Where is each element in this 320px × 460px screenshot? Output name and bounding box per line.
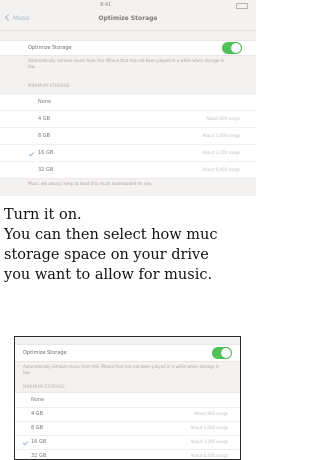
storage-option-detail: About 3,200 songs bbox=[202, 150, 240, 155]
storage-option-label: 32 GB bbox=[38, 167, 54, 173]
optimize-storage-description: Automatically remove music from this iPh… bbox=[23, 364, 220, 375]
caption-line: storage space on your drive bbox=[4, 247, 209, 263]
storage-option-detail: About 1,600 songs bbox=[190, 425, 228, 430]
checkmark-icon bbox=[22, 439, 29, 446]
storage-option-none[interactable]: None bbox=[0, 94, 256, 111]
storage-option-16gb[interactable]: 16 GB About 3,200 songs bbox=[15, 435, 240, 450]
storage-option-4gb[interactable]: 4 GB About 800 songs bbox=[15, 407, 240, 422]
settings-zoom-screenshot: Optimize Storage Automatically remove mu… bbox=[14, 336, 241, 460]
storage-option-label: 4 GB bbox=[31, 411, 44, 417]
status-bar: 9:41 bbox=[0, 0, 256, 10]
storage-option-detail: About 800 songs bbox=[206, 116, 240, 121]
storage-option-8gb[interactable]: 8 GB About 1,600 songs bbox=[0, 128, 256, 145]
storage-option-label: 16 GB bbox=[31, 439, 47, 445]
storage-option-16gb[interactable]: 16 GB About 3,200 songs bbox=[0, 145, 256, 162]
storage-options-list: None 4 GB About 800 songs 8 GB About 1,6… bbox=[0, 93, 256, 179]
minimum-storage-header: MINIMUM STORAGE bbox=[28, 83, 70, 88]
optimize-storage-row: Optimize Storage bbox=[0, 40, 256, 56]
caption-line: You can then select how muc bbox=[4, 227, 218, 243]
battery-icon bbox=[236, 3, 248, 9]
storage-option-detail: About 6,400 songs bbox=[190, 453, 228, 458]
page-title: Optimize Storage bbox=[98, 15, 158, 22]
optimize-storage-description: Automatically remove music from this iPh… bbox=[28, 58, 225, 69]
caption-line: Turn it on. bbox=[4, 207, 82, 223]
minimum-storage-footer: Music will always keep at least this muc… bbox=[28, 181, 153, 186]
storage-option-label: 32 GB bbox=[31, 453, 47, 459]
optimize-storage-toggle[interactable] bbox=[212, 347, 232, 359]
optimize-storage-toggle[interactable] bbox=[222, 42, 242, 54]
minimum-storage-header: MINIMUM STORAGE bbox=[23, 384, 65, 389]
storage-option-32gb[interactable]: 32 GB About 6,400 songs bbox=[15, 449, 240, 459]
storage-option-detail: About 800 songs bbox=[194, 411, 228, 416]
storage-option-label: 8 GB bbox=[38, 133, 51, 139]
storage-option-label: 16 GB bbox=[38, 150, 54, 156]
instruction-caption: Turn it on. You can then select how muc … bbox=[4, 205, 256, 285]
optimize-storage-row: Optimize Storage bbox=[15, 344, 240, 362]
optimize-storage-label: Optimize Storage bbox=[28, 45, 72, 51]
storage-option-detail: About 1,600 songs bbox=[202, 133, 240, 138]
status-time: 9:41 bbox=[100, 2, 112, 8]
settings-screenshot: 9:41 Music Optimize Storage Optimize Sto… bbox=[0, 0, 256, 196]
caption-line: you want to allow for music. bbox=[4, 267, 213, 283]
storage-option-32gb[interactable]: 32 GB About 6,400 songs bbox=[0, 162, 256, 178]
checkmark-icon bbox=[28, 150, 35, 157]
navigation-bar: Music Optimize Storage bbox=[0, 10, 256, 31]
storage-option-none[interactable]: None bbox=[15, 393, 240, 408]
storage-option-4gb[interactable]: 4 GB About 800 songs bbox=[0, 111, 256, 128]
storage-option-detail: About 6,400 songs bbox=[202, 167, 240, 172]
storage-option-label: 8 GB bbox=[31, 425, 44, 431]
storage-option-8gb[interactable]: 8 GB About 1,600 songs bbox=[15, 421, 240, 436]
storage-option-label: 4 GB bbox=[38, 116, 51, 122]
storage-option-label: None bbox=[38, 99, 52, 105]
toggle-knob bbox=[221, 348, 231, 358]
toggle-knob bbox=[231, 43, 241, 53]
storage-options-list: None 4 GB About 800 songs 8 GB About 1,6… bbox=[15, 392, 240, 459]
optimize-storage-label: Optimize Storage bbox=[23, 350, 67, 356]
storage-option-detail: About 3,200 songs bbox=[190, 439, 228, 444]
storage-option-label: None bbox=[31, 397, 45, 403]
